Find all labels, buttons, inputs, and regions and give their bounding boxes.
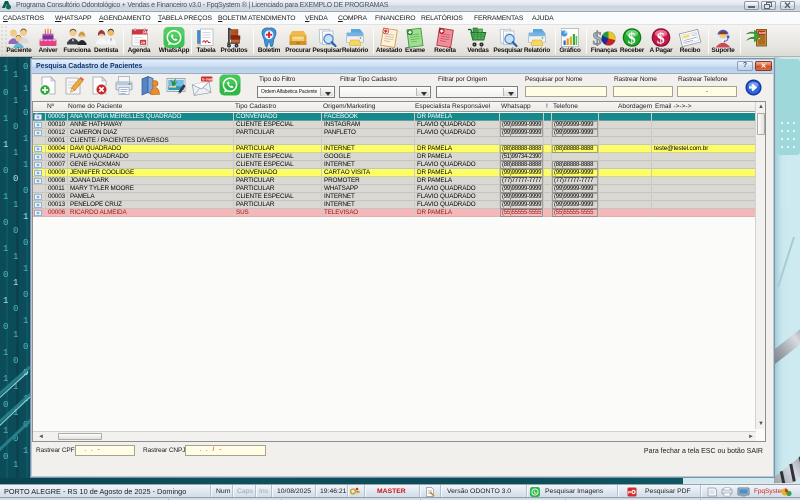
svg-text:1: 1 [13,70,18,80]
svg-text:0: 0 [3,218,8,228]
svg-text:1: 1 [13,200,18,210]
svg-text:0: 0 [23,290,28,300]
svg-text:1: 1 [23,212,28,222]
svg-text:0: 0 [23,238,28,248]
svg-text:0: 0 [3,322,8,332]
svg-text:0: 0 [13,122,18,132]
svg-text:0: 0 [23,186,28,196]
svg-text:0: 0 [13,304,18,314]
svg-text:JAN: JAN [143,31,150,35]
svg-text:1: 1 [23,160,28,170]
svg-text:1: 1 [23,84,28,94]
svg-text:P: P [628,490,631,495]
svg-text:1: 1 [13,96,18,106]
svg-text:1: 1 [13,148,18,158]
svg-text:0: 0 [3,166,8,176]
svg-text:1: 1 [3,140,8,150]
svg-text:1: 1 [23,316,28,326]
svg-text:EXIT: EXIT [759,31,766,35]
svg-text:1: 1 [3,64,8,74]
svg-text:1: 1 [13,460,18,470]
svg-text:0: 0 [13,226,18,236]
svg-text:0: 0 [23,342,28,352]
svg-text:1: 1 [3,426,8,436]
svg-text:1: 1 [3,192,8,202]
svg-text:0: 0 [3,88,8,98]
svg-text:1: 1 [23,264,28,274]
svg-text:1: 1 [3,114,8,124]
svg-text:0: 0 [3,452,8,462]
svg-text:$: $ [593,29,603,49]
svg-text:1: 1 [23,446,28,456]
svg-text:29: 29 [141,41,145,45]
svg-text:1: 1 [3,296,8,306]
svg-text:0: 0 [13,356,18,366]
svg-text:1: 1 [13,330,18,340]
svg-text:$: $ [657,31,665,48]
svg-text:1: 1 [13,252,18,262]
svg-text:0: 0 [3,270,8,280]
svg-text:E-mail: E-mail [202,77,212,81]
svg-text:0: 0 [3,400,8,410]
svg-text:1: 1 [23,134,28,144]
svg-text:1: 1 [3,244,8,254]
svg-text:1: 1 [3,374,8,384]
svg-text:1: 1 [13,278,18,288]
svg-text:0: 0 [13,174,18,184]
svg-text:$: $ [628,31,636,48]
svg-text:0: 0 [23,62,28,72]
svg-text:0: 0 [23,108,28,118]
svg-text:1: 1 [3,348,8,358]
